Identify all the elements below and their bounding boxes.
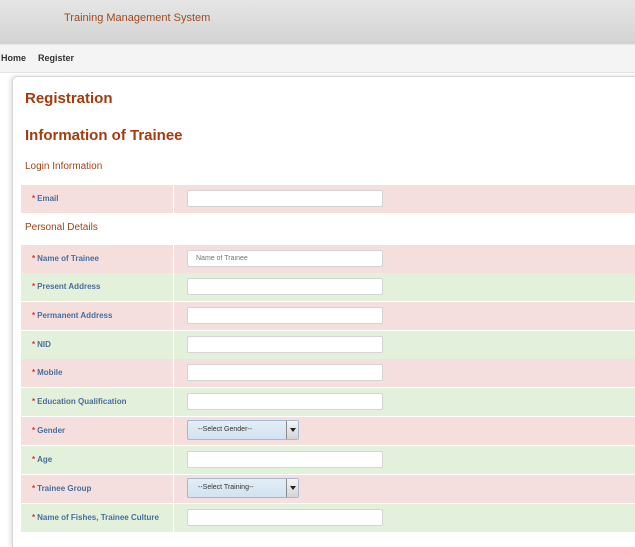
- mobile-label-text: Mobile: [37, 368, 63, 377]
- required-marker: *: [32, 484, 36, 493]
- age-field[interactable]: [187, 451, 383, 468]
- fishes-culture-label-text: Name of Fishes, Trainee Culture: [37, 513, 159, 522]
- present-address-label-text: Present Address: [37, 282, 101, 291]
- permanent-address-field[interactable]: [187, 307, 383, 324]
- name-label: * Name of Trainee: [21, 245, 174, 273]
- header-bar: Training Management System: [0, 0, 635, 44]
- chevron-down-icon[interactable]: [286, 479, 298, 497]
- required-marker: *: [32, 455, 36, 464]
- gender-label: * Gender: [21, 417, 174, 445]
- nav-register-link[interactable]: Register: [38, 53, 74, 63]
- form-row-trainee-group: * Trainee Group --Select Training--: [21, 475, 635, 503]
- trainee-group-label-text: Trainee Group: [37, 484, 92, 493]
- nav-bar: Home Register: [0, 44, 635, 73]
- present-address-label: * Present Address: [21, 273, 174, 301]
- gender-select-value: --Select Gender--: [198, 426, 253, 433]
- education-label-text: Education Qualification: [37, 397, 127, 406]
- gender-select[interactable]: --Select Gender--: [187, 420, 299, 440]
- form-row-permanent-address: * Permanent Address: [21, 302, 635, 330]
- nid-label-text: NID: [37, 340, 51, 349]
- trainee-group-select-value: --Select Training--: [198, 484, 254, 491]
- fishes-culture-field[interactable]: [187, 509, 383, 526]
- page-title: Registration: [25, 90, 113, 107]
- permanent-address-label: * Permanent Address: [21, 302, 174, 330]
- nav-home-link[interactable]: Home: [1, 53, 26, 63]
- section-login-information: Login Information: [25, 161, 103, 172]
- form-row-email: * Email: [21, 185, 635, 213]
- mobile-field[interactable]: [187, 364, 383, 381]
- form-row-name: * Name of Trainee: [21, 245, 635, 273]
- required-marker: *: [32, 340, 36, 349]
- required-marker: *: [32, 194, 36, 203]
- chevron-down-icon[interactable]: [286, 421, 298, 439]
- trainee-group-label: * Trainee Group: [21, 475, 174, 503]
- app-title: Training Management System: [64, 12, 211, 24]
- trainee-name-field[interactable]: [187, 250, 383, 267]
- section-personal-details: Personal Details: [25, 222, 98, 233]
- required-marker: *: [32, 397, 36, 406]
- email-label-text: Email: [37, 194, 59, 203]
- age-label: * Age: [21, 446, 174, 474]
- permanent-address-label-text: Permanent Address: [37, 311, 113, 320]
- present-address-field[interactable]: [187, 278, 383, 295]
- email-label: * Email: [21, 185, 174, 213]
- form-row-gender: * Gender --Select Gender--: [21, 417, 635, 445]
- registration-panel: Registration Information of Trainee Logi…: [12, 76, 635, 547]
- name-label-text: Name of Trainee: [37, 254, 99, 263]
- required-marker: *: [32, 282, 36, 291]
- required-marker: *: [32, 311, 36, 320]
- form-row-nid: * NID: [21, 331, 635, 359]
- gender-label-text: Gender: [37, 426, 66, 435]
- nid-label: * NID: [21, 331, 174, 359]
- nid-field[interactable]: [187, 336, 383, 353]
- trainee-group-select[interactable]: --Select Training--: [187, 478, 299, 498]
- mobile-label: * Mobile: [21, 359, 174, 387]
- required-marker: *: [32, 513, 36, 522]
- required-marker: *: [32, 368, 36, 377]
- form-subtitle: Information of Trainee: [25, 127, 183, 144]
- education-label: * Education Qualification: [21, 388, 174, 416]
- form-row-fishes-culture: * Name of Fishes, Trainee Culture: [21, 504, 635, 532]
- form-row-present-address: * Present Address: [21, 273, 635, 301]
- education-qualification-field[interactable]: [187, 393, 383, 410]
- required-marker: *: [32, 254, 36, 263]
- age-label-text: Age: [37, 455, 53, 464]
- email-field[interactable]: [187, 190, 383, 207]
- form-row-age: * Age: [21, 446, 635, 474]
- form-row-mobile: * Mobile: [21, 359, 635, 387]
- form-row-education: * Education Qualification: [21, 388, 635, 416]
- required-marker: *: [32, 426, 36, 435]
- fishes-culture-label: * Name of Fishes, Trainee Culture: [21, 504, 174, 532]
